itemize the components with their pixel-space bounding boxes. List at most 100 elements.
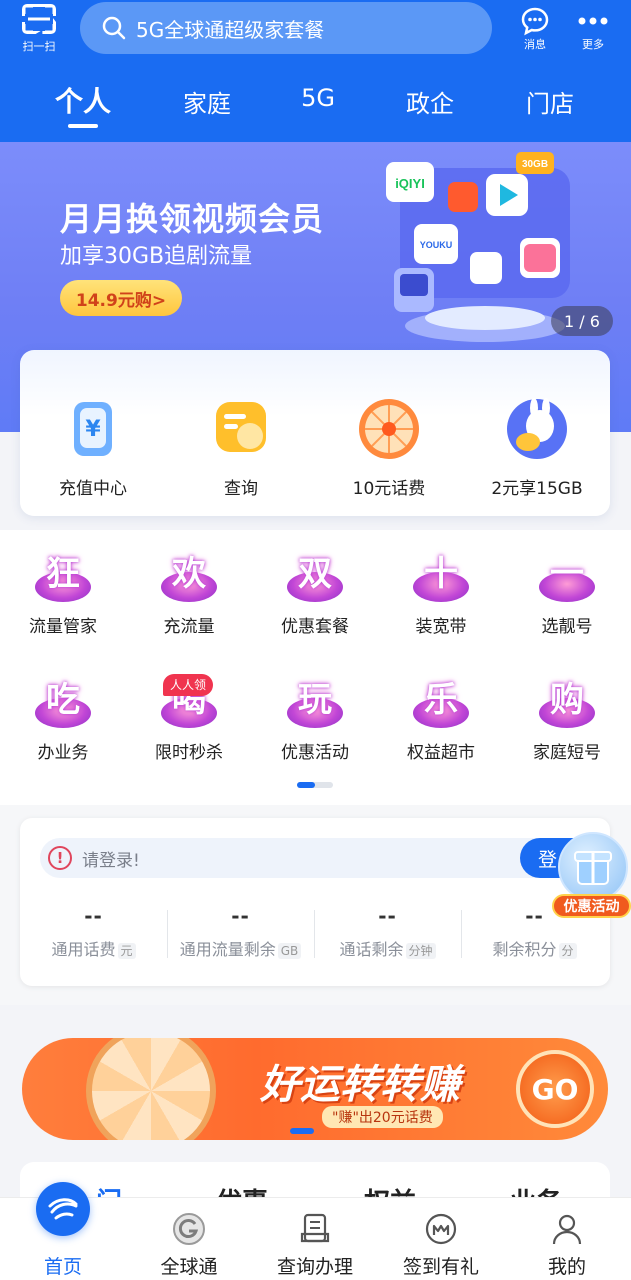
tab-store[interactable]: 门店 [526, 84, 574, 119]
quick-action-label: 充值中心 [59, 479, 127, 499]
nav-checkin[interactable]: 签到有礼 [378, 1198, 504, 1279]
stat-unit: GB [277, 943, 302, 959]
search-bar[interactable]: 5G全球通超级家套餐 [80, 2, 492, 54]
category-tabs: 个人 家庭 5G 政企 门店 [0, 80, 631, 130]
stat-call-minutes[interactable]: -- 通话剩余 分钟 [314, 904, 461, 960]
youku-tile-text: YOUKU [420, 240, 453, 250]
service-label: 流量管家 [29, 617, 97, 637]
nav-profile[interactable]: 我的 [504, 1198, 630, 1279]
active-tab-indicator [68, 124, 98, 128]
promo-page-indicator [290, 1128, 314, 1134]
yuan-card-icon: ¥ [60, 396, 126, 462]
m-circle-icon [378, 1206, 504, 1252]
promo-title: 好运转转赚 [260, 1062, 460, 1108]
service-label: 选靓号 [541, 617, 593, 637]
warning-icon: ! [48, 846, 72, 870]
user-icon [504, 1206, 630, 1252]
nav-label: 全球通 [160, 1256, 218, 1278]
service-data-manager[interactable]: 狂 流量管家 [0, 542, 126, 637]
more-label: 更多 [582, 38, 604, 51]
nav-label: 我的 [547, 1256, 586, 1278]
prize-wheel-icon [356, 396, 422, 462]
scan-button[interactable]: 扫一扫 [16, 4, 62, 54]
floating-promo-button[interactable]: 优惠活动 [552, 832, 631, 918]
tab-personal[interactable]: 个人 [55, 80, 111, 120]
stat-balance[interactable]: -- 通用话费元 [20, 904, 167, 960]
banner-buy-button[interactable]: 14.9元购> [60, 280, 182, 316]
service-label: 权益超市 [407, 743, 475, 763]
prize-wheel-icon [86, 1038, 216, 1140]
quick-action-label: 2元享15GB [491, 479, 583, 499]
service-buy-data[interactable]: 欢 充流量 [126, 542, 252, 637]
stat-unit: 分 [558, 943, 577, 959]
stat-value: -- [84, 904, 103, 928]
messages-label: 消息 [524, 38, 546, 51]
promo-subtitle: "赚"出20元话费 [322, 1106, 443, 1128]
nav-query[interactable]: 查询办理 [252, 1198, 378, 1279]
nav-label: 签到有礼 [402, 1256, 479, 1278]
service-benefits-market[interactable]: 乐 权益超市 [378, 668, 504, 763]
service-grid: 狂 流量管家 欢 充流量 双 优惠套餐 十 装宽带 一 选靓号 吃 办业务 喝 … [0, 530, 631, 805]
chi-dish-icon: 吃 [31, 668, 95, 732]
service-label: 优惠活动 [281, 743, 349, 763]
service-pick-number[interactable]: 一 选靓号 [504, 542, 630, 637]
service-label: 装宽带 [415, 617, 467, 637]
service-discount-plans[interactable]: 双 优惠套餐 [252, 542, 378, 637]
nav-global[interactable]: 全球通 [126, 1198, 252, 1279]
svg-text:¥: ¥ [85, 417, 101, 442]
rabbit-coin-icon [504, 396, 570, 462]
service-label: 充流量 [163, 617, 215, 637]
stat-label: 通用话费 [51, 940, 116, 959]
quick-action-query[interactable]: 查询 [168, 396, 314, 499]
stat-value: -- [231, 904, 250, 928]
search-icon [102, 16, 126, 40]
search-placeholder: 5G全球通超级家套餐 [136, 17, 325, 42]
wan-dish-icon: 玩 [283, 668, 347, 732]
nav-home[interactable]: 首页 [0, 1182, 126, 1279]
login-prompt-bar[interactable]: ! 请登录! [40, 838, 560, 878]
more-button[interactable]: 更多 [570, 6, 616, 52]
service-label: 限时秒杀 [155, 743, 223, 763]
service-handle-business[interactable]: 吃 办业务 [0, 668, 126, 763]
login-card: ! 请登录! 登 -- 通用话费元 -- 通用流量剩余 GB -- 通话剩余 分钟 … [20, 818, 610, 986]
iqiyi-tile-text: iQIYI [395, 176, 425, 191]
banner-pager: 1 / 6 [551, 306, 613, 336]
quick-action-10-yuan-credit[interactable]: 10元话费 [316, 396, 462, 499]
tab-5g[interactable]: 5G [301, 84, 335, 112]
kuang-dish-icon: 狂 [31, 542, 95, 606]
tab-family[interactable]: 家庭 [183, 84, 231, 119]
stat-data-remaining[interactable]: -- 通用流量剩余 GB [167, 904, 314, 960]
quick-actions-card: ¥ 充值中心 查询 10元话费 2元享15GB [20, 350, 610, 516]
service-promotions[interactable]: 玩 优惠活动 [252, 668, 378, 763]
login-prompt-text: 请登录! [82, 850, 140, 871]
quick-action-2-yuan-15gb[interactable]: 2元享15GB [464, 396, 610, 499]
messages-button[interactable]: 消息 [512, 6, 558, 52]
service-label: 家庭短号 [533, 743, 601, 763]
nav-label: 查询办理 [276, 1256, 353, 1278]
promo-go-button[interactable]: GO [516, 1050, 594, 1128]
bottom-nav: 首页 全球通 查询办理 签到有礼 我的 [0, 1182, 631, 1280]
quick-action-recharge[interactable]: ¥ 充值中心 [20, 396, 166, 499]
30gb-tile-text: 30GB [522, 159, 548, 170]
floating-promo-label: 优惠活动 [552, 894, 631, 918]
quick-action-label: 查询 [224, 479, 258, 499]
flash-sale-badge: 人人领 [163, 674, 214, 696]
le-dish-icon: 乐 [409, 668, 473, 732]
lucky-wheel-banner[interactable]: 好运转转赚 "赚"出20元话费 GO [22, 1038, 608, 1140]
service-install-broadband[interactable]: 十 装宽带 [378, 542, 504, 637]
yi-dish-icon: 一 [535, 542, 599, 606]
global-g-icon [126, 1206, 252, 1252]
more-dots-icon [570, 6, 616, 36]
stat-unit: 元 [117, 943, 136, 959]
stat-label: 剩余积分 [492, 940, 557, 959]
shi-dish-icon: 十 [409, 542, 473, 606]
banner-subtitle: 加享30GB追剧流量 [60, 244, 253, 269]
scan-icon [22, 4, 56, 34]
grid-page-indicator [297, 782, 333, 788]
nav-label: 首页 [43, 1256, 82, 1278]
shuang-dish-icon: 双 [283, 542, 347, 606]
stat-unit: 分钟 [405, 943, 436, 959]
tab-enterprise[interactable]: 政企 [406, 84, 454, 119]
gou-dish-icon: 购 [535, 668, 599, 732]
service-family-short-number[interactable]: 购 家庭短号 [504, 668, 630, 763]
